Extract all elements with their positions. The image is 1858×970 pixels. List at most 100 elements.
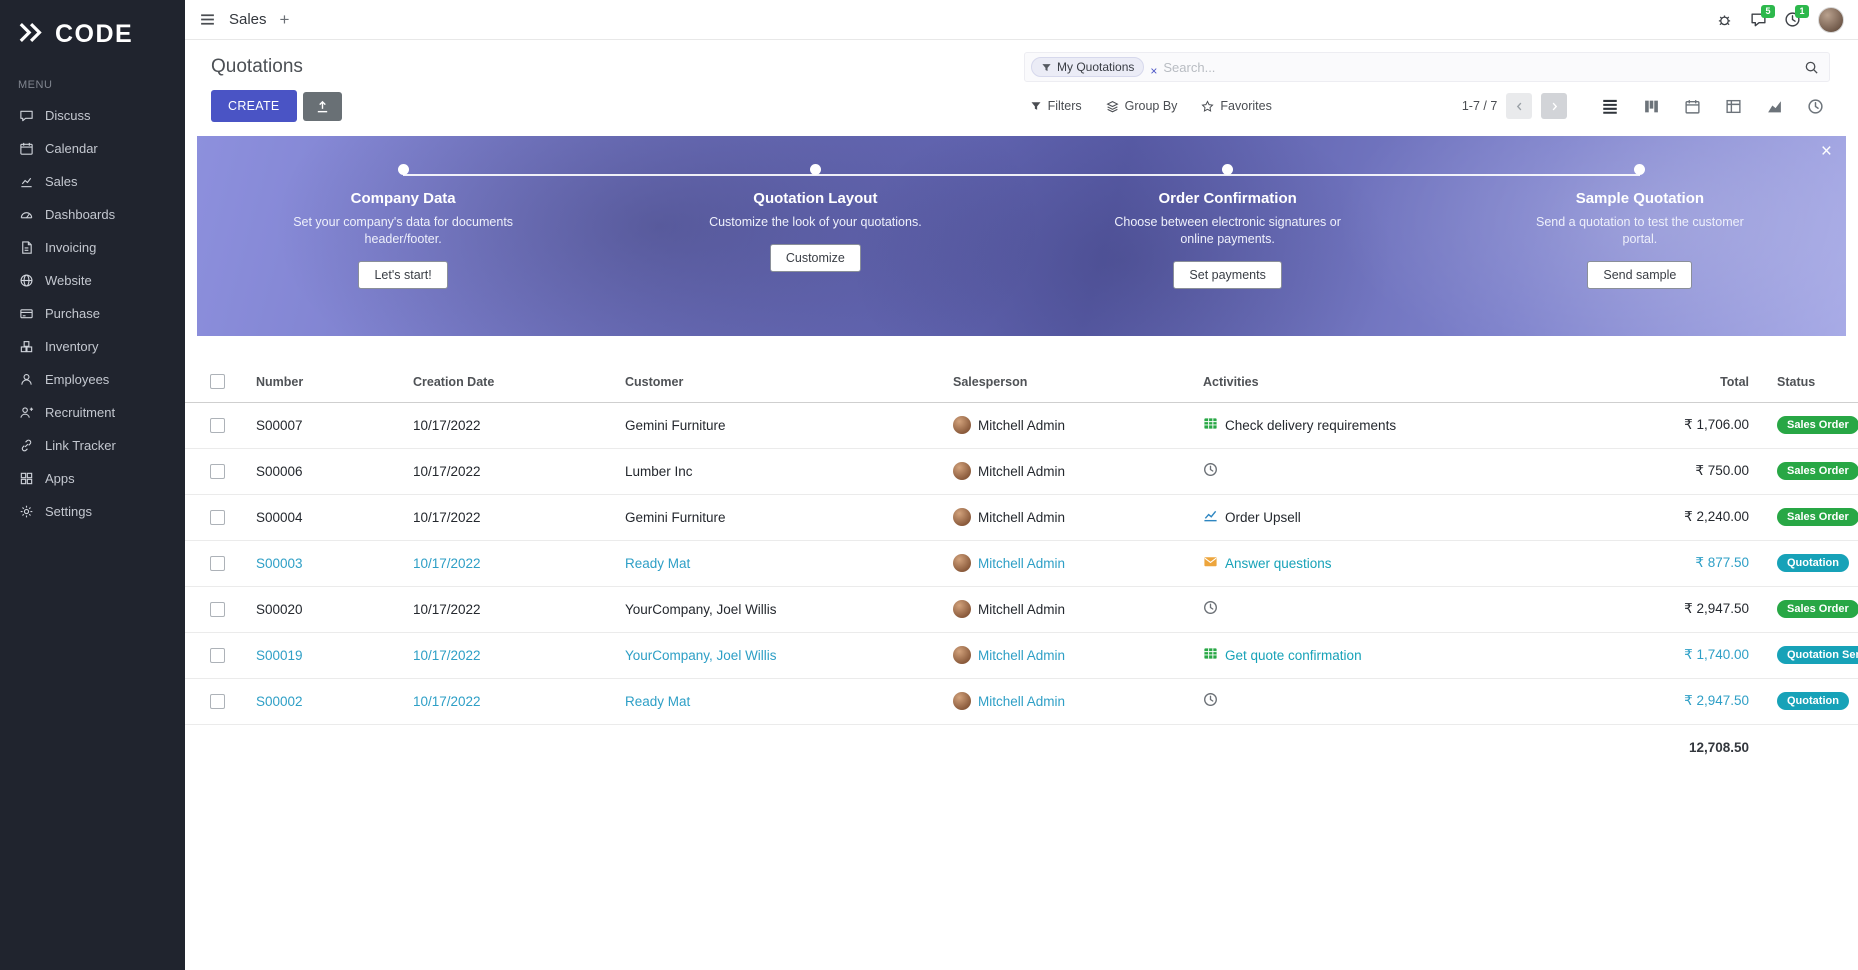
bug-icon[interactable] (1716, 11, 1733, 28)
table-row[interactable]: S00007 10/17/2022 Gemini Furniture Mitch… (185, 402, 1858, 448)
creation-date: 10/17/2022 (409, 402, 621, 448)
customize-button[interactable]: Customize (770, 244, 861, 272)
row-checkbox[interactable] (210, 510, 225, 525)
activity-view-button[interactable] (1807, 98, 1824, 115)
sidebar-item-calendar[interactable]: Calendar (0, 132, 185, 165)
order-total: ₹ 2,947.50 (1585, 678, 1773, 724)
import-button[interactable] (303, 92, 342, 121)
kanban-view-button[interactable] (1643, 98, 1660, 115)
sidebar-item-apps[interactable]: Apps (0, 462, 185, 495)
table-row[interactable]: S00019 10/17/2022 YourCompany, Joel Will… (185, 632, 1858, 678)
step-dot (1222, 164, 1233, 175)
add-tab-button[interactable]: + (280, 10, 290, 30)
salesperson-name: Mitchell Admin (978, 556, 1065, 571)
table-row[interactable]: S00003 10/17/2022 Ready Mat Mitchell Adm… (185, 540, 1858, 586)
favorites-button[interactable]: Favorites (1201, 99, 1271, 113)
link-icon (18, 438, 34, 453)
sidebar-item-label: Calendar (45, 141, 98, 156)
row-checkbox[interactable] (210, 418, 225, 433)
pager-next-button[interactable] (1541, 93, 1567, 119)
sidebar-item-label: Employees (45, 372, 109, 387)
select-all-checkbox[interactable] (210, 374, 225, 389)
sidebar-item-website[interactable]: Website (0, 264, 185, 297)
column-header-customer[interactable]: Customer (621, 362, 949, 402)
table-row[interactable]: S00020 10/17/2022 YourCompany, Joel Will… (185, 586, 1858, 632)
column-header-salesperson[interactable]: Salesperson (949, 362, 1199, 402)
column-header-activities[interactable]: Activities (1199, 362, 1585, 402)
set-payments-button[interactable]: Set payments (1173, 261, 1281, 289)
column-header-total[interactable]: Total (1585, 362, 1773, 402)
row-checkbox[interactable] (210, 694, 225, 709)
messages-icon[interactable]: 5 (1750, 11, 1767, 28)
search-facet[interactable]: My Quotations (1031, 57, 1144, 77)
envelope-icon[interactable] (1203, 554, 1218, 572)
sidebar-item-dashboards[interactable]: Dashboards (0, 198, 185, 231)
table-row[interactable]: S00004 10/17/2022 Gemini Furniture Mitch… (185, 494, 1858, 540)
hamburger-menu-icon[interactable] (199, 11, 216, 28)
sidebar-item-sales[interactable]: Sales (0, 165, 185, 198)
lets-start-button[interactable]: Let's start! (358, 261, 447, 289)
spreadsheet-icon[interactable] (1203, 416, 1218, 434)
row-checkbox[interactable] (210, 602, 225, 617)
person-icon (18, 372, 34, 387)
send-sample-button[interactable]: Send sample (1587, 261, 1692, 289)
order-total: ₹ 1,706.00 (1585, 402, 1773, 448)
activity-label[interactable]: Order Upsell (1225, 510, 1301, 525)
order-total: ₹ 877.50 (1585, 540, 1773, 586)
banner-close-button[interactable]: × (1821, 142, 1832, 161)
column-header-number[interactable]: Number (252, 362, 409, 402)
activity-label[interactable]: Get quote confirmation (1225, 648, 1362, 663)
quotation-number[interactable]: S00004 (252, 494, 409, 540)
clock-icon[interactable] (1203, 692, 1218, 710)
sidebar-item-label: Recruitment (45, 405, 115, 420)
sidebar-item-purchase[interactable]: Purchase (0, 297, 185, 330)
search-input[interactable] (1163, 60, 1798, 75)
spreadsheet-icon[interactable] (1203, 646, 1218, 664)
clock-icon[interactable] (1203, 600, 1218, 618)
column-header-status[interactable]: Status (1773, 362, 1858, 402)
table-row[interactable]: S00006 10/17/2022 Lumber Inc Mitchell Ad… (185, 448, 1858, 494)
table-header-row: Number Creation Date Customer Salesperso… (185, 362, 1858, 402)
quotation-number[interactable]: S00007 (252, 402, 409, 448)
activity-clock-icon[interactable]: 1 (1784, 11, 1801, 28)
current-app-name[interactable]: Sales (229, 11, 267, 28)
sidebar-item-recruitment[interactable]: Recruitment (0, 396, 185, 429)
calendar-view-button[interactable] (1684, 98, 1701, 115)
line-chart-icon[interactable] (1203, 508, 1218, 526)
sidebar: CODE MENU Discuss Calendar Sales Dashboa… (0, 0, 185, 970)
sidebar-item-settings[interactable]: Settings (0, 495, 185, 528)
search-icon[interactable] (1804, 60, 1819, 75)
sidebar-item-employees[interactable]: Employees (0, 363, 185, 396)
filters-button[interactable]: Filters (1030, 99, 1082, 113)
list-view-button[interactable] (1601, 97, 1619, 115)
activity-badge: 1 (1795, 5, 1809, 18)
row-checkbox[interactable] (210, 648, 225, 663)
clock-icon[interactable] (1203, 462, 1218, 480)
table-row[interactable]: S00002 10/17/2022 Ready Mat Mitchell Adm… (185, 678, 1858, 724)
search-bar[interactable]: My Quotations × (1024, 52, 1830, 82)
quotation-number[interactable]: S00020 (252, 586, 409, 632)
graph-view-button[interactable] (1766, 98, 1783, 115)
pager-previous-button[interactable] (1506, 93, 1532, 119)
control-panel-actions: CREATE Filters Group By Favorites (185, 82, 1858, 122)
sidebar-item-invoicing[interactable]: Invoicing (0, 231, 185, 264)
row-checkbox[interactable] (210, 556, 225, 571)
activity-label[interactable]: Check delivery requirements (1225, 418, 1396, 433)
quotation-number[interactable]: S00002 (252, 678, 409, 724)
sidebar-item-discuss[interactable]: Discuss (0, 99, 185, 132)
row-checkbox[interactable] (210, 464, 225, 479)
sidebar-item-link-tracker[interactable]: Link Tracker (0, 429, 185, 462)
quotation-number[interactable]: S00006 (252, 448, 409, 494)
create-button[interactable]: CREATE (211, 90, 297, 122)
activity-label[interactable]: Answer questions (1225, 556, 1332, 571)
facet-remove-button[interactable]: × (1150, 64, 1157, 78)
pivot-view-button[interactable] (1725, 98, 1742, 115)
group-by-button[interactable]: Group By (1106, 99, 1178, 113)
sidebar-item-label: Settings (45, 504, 92, 519)
quotation-number[interactable]: S00019 (252, 632, 409, 678)
quotation-number[interactable]: S00003 (252, 540, 409, 586)
user-avatar[interactable] (1818, 7, 1844, 33)
sidebar-item-inventory[interactable]: Inventory (0, 330, 185, 363)
column-header-creation-date[interactable]: Creation Date (409, 362, 621, 402)
search-facet-label: My Quotations (1057, 60, 1134, 74)
